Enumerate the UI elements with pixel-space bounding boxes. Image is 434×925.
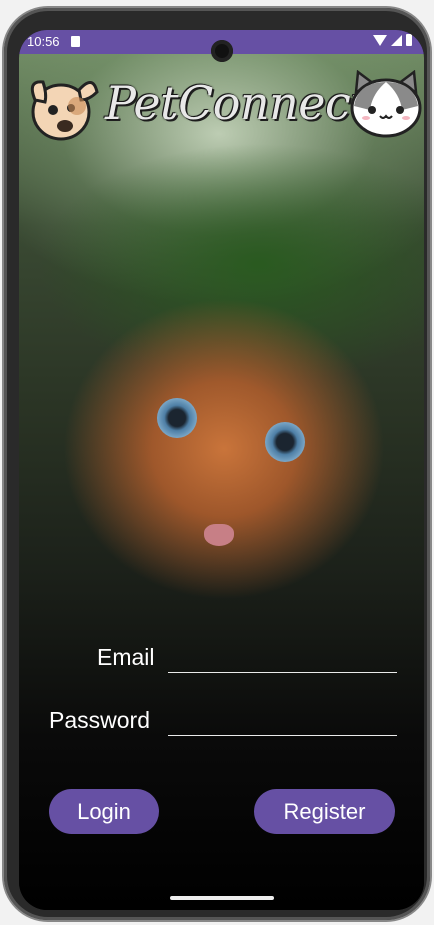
- app-title: PetConnect: [105, 76, 369, 130]
- app-logo: PetConnect: [25, 68, 422, 148]
- home-indicator[interactable]: [170, 896, 274, 900]
- cell-signal-icon: [391, 34, 402, 46]
- device-frame: 10:56 PetConnect Email Password Login Re…: [4, 8, 430, 920]
- background-kitten-photo: [19, 54, 424, 910]
- password-label: Password: [49, 707, 150, 733]
- cat-eye-right: [265, 422, 305, 462]
- front-camera-icon: [211, 40, 233, 62]
- battery-icon: [406, 34, 412, 46]
- password-field[interactable]: [168, 705, 397, 736]
- status-icons: [373, 34, 412, 46]
- wifi-icon: [373, 34, 387, 46]
- sim-card-icon: [71, 36, 80, 47]
- cat-mascot-icon: [350, 70, 422, 138]
- dog-mascot-icon: [30, 80, 99, 141]
- login-button[interactable]: Login: [49, 789, 159, 834]
- cat-eye-left: [157, 398, 197, 438]
- cat-nose: [204, 524, 234, 546]
- register-button[interactable]: Register: [254, 789, 395, 834]
- email-label: Email: [97, 644, 155, 670]
- email-field[interactable]: [168, 642, 397, 673]
- status-time: 10:56: [27, 34, 60, 49]
- app-screen: 10:56 PetConnect Email Password Login Re…: [19, 30, 424, 910]
